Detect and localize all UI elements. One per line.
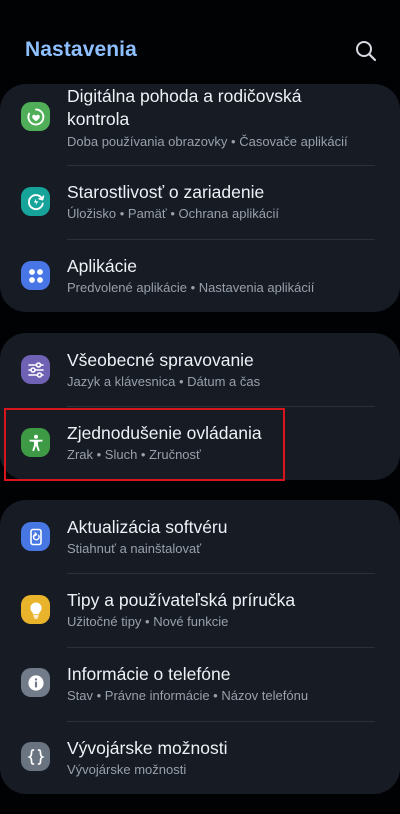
item-subtitle: Užitočné tipy • Nové funkcie xyxy=(67,614,229,629)
item-apps[interactable]: Aplikácie Predvolené aplikácie • Nastave… xyxy=(0,240,400,312)
item-title: Aplikácie xyxy=(67,256,138,276)
device-care-icon xyxy=(21,187,50,216)
item-general-management[interactable]: Všeobecné spravovanie Jazyk a klávesnica… xyxy=(0,333,400,406)
item-title: Všeobecné spravovanie xyxy=(67,350,254,370)
item-title: Tipy a používateľská príručka xyxy=(67,590,296,610)
item-subtitle: Predvolené aplikácie • Nastavenia apliká… xyxy=(67,280,315,295)
item-title-line1: Digitálna pohoda a rodičovská xyxy=(67,86,302,106)
item-title-line2: kontrola xyxy=(67,109,130,129)
item-tips[interactable]: Tipy a používateľská príručka Užitočné t… xyxy=(0,574,400,647)
item-title: Vývojárske možnosti xyxy=(67,738,228,758)
heart-circle-icon xyxy=(21,102,50,131)
item-subtitle: Jazyk a klávesnica • Dátum a čas xyxy=(67,374,261,389)
item-title: Informácie o telefóne xyxy=(67,664,231,684)
info-icon xyxy=(21,668,50,697)
item-developer-options[interactable]: Vývojárske možnosti Vývojárske možnosti xyxy=(0,722,400,794)
settings-group-1: Digitálna pohoda a rodičovská kontrola D… xyxy=(0,84,400,312)
lightbulb-icon xyxy=(21,595,50,624)
item-title: Starostlivosť o zariadenie xyxy=(67,182,265,202)
item-device-care[interactable]: Starostlivosť o zariadenie Úložisko • Pa… xyxy=(0,166,400,239)
item-subtitle: Vývojárske možnosti xyxy=(67,762,187,777)
item-digital-wellbeing[interactable]: Digitálna pohoda a rodičovská kontrola D… xyxy=(0,84,400,166)
item-about-phone[interactable]: Informácie o telefóne Stav • Právne info… xyxy=(0,648,400,721)
search-button[interactable] xyxy=(353,38,379,64)
item-software-update[interactable]: Aktualizácia softvéru Stiahnuť a nainšta… xyxy=(0,500,400,573)
settings-group-3: Aktualizácia softvéru Stiahnuť a nainšta… xyxy=(0,500,400,794)
apps-grid-icon xyxy=(21,261,50,290)
braces-icon xyxy=(21,742,50,771)
item-accessibility[interactable]: Zjednodušenie ovládania Zrak • Sluch • Z… xyxy=(0,407,400,480)
item-title: Zjednodušenie ovládania xyxy=(67,423,262,443)
settings-screen: Nastavenia Digitálna pohoda a rodičovská… xyxy=(0,0,400,814)
software-update-icon xyxy=(21,522,50,551)
page-title: Nastavenia xyxy=(25,38,137,61)
search-icon xyxy=(356,41,377,62)
item-title: Aktualizácia softvéru xyxy=(67,517,228,537)
sliders-icon xyxy=(21,355,50,384)
settings-group-2: Všeobecné spravovanie Jazyk a klávesnica… xyxy=(0,333,400,480)
item-subtitle: Úložisko • Pamäť • Ochrana aplikácií xyxy=(67,206,279,221)
accessibility-icon xyxy=(21,428,50,457)
item-subtitle: Zrak • Sluch • Zručnosť xyxy=(67,447,201,462)
item-subtitle: Doba používania obrazovky • Časovače apl… xyxy=(67,134,348,149)
header: Nastavenia xyxy=(0,0,400,86)
item-subtitle: Stiahnuť a nainštalovať xyxy=(67,541,202,556)
item-subtitle: Stav • Právne informácie • Názov telefón… xyxy=(67,688,309,703)
